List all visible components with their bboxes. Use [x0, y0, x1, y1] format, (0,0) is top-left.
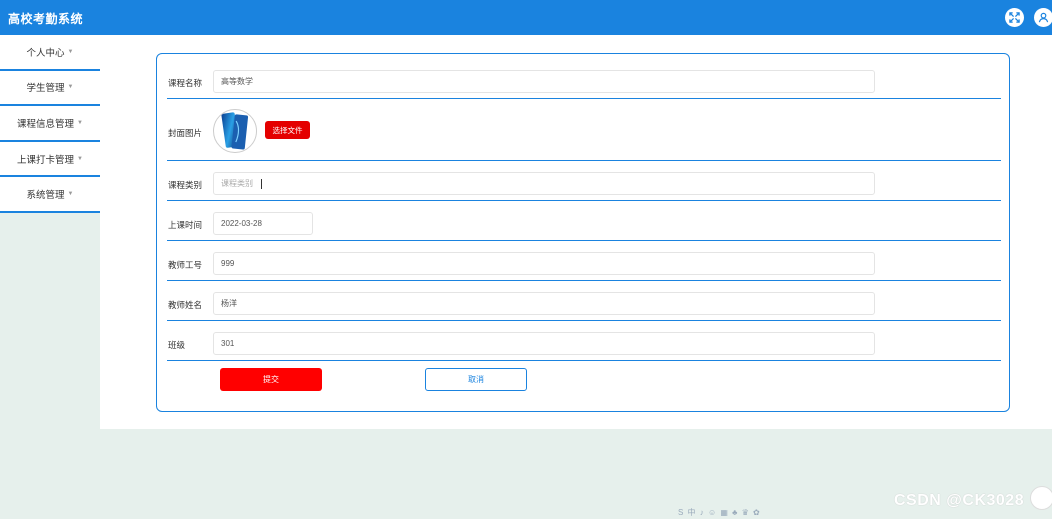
choose-file-button[interactable]: 选择文件 — [265, 121, 310, 139]
class-no-input[interactable]: 301 — [213, 332, 875, 355]
teacher-id-input[interactable]: 999 — [213, 252, 875, 275]
sidebar-item-course-management[interactable]: 课程信息管理 ▼ — [0, 106, 100, 142]
class-no-label: 班级 — [168, 340, 186, 350]
teacher-name-value: 杨洋 — [221, 299, 237, 308]
submit-button[interactable]: 提交 — [220, 368, 322, 391]
course-name-label: 课程名称 — [168, 78, 203, 88]
course-form: 课程名称 高等数学 封面图片 选择文件 课程类别 课程类别 上课时间 2022-… — [156, 53, 1010, 412]
cover-label: 封面图片 — [168, 128, 203, 138]
user-icon[interactable] — [1034, 8, 1052, 27]
app-title: 高校考勤系统 — [8, 12, 84, 26]
text-cursor-icon — [261, 178, 262, 189]
sidebar-item-label: 课程信息管理 — [17, 118, 75, 130]
caret-down-icon: ▼ — [67, 48, 74, 55]
form-row-class-time: 上课时间 2022-03-28 — [167, 201, 1001, 241]
form-row-teacher-id: 教师工号 999 — [167, 241, 1001, 281]
sidebar-item-student-management[interactable]: 学生管理 ▼ — [0, 71, 100, 107]
ime-toolbar: S 中 ♪ ☺ ▦ ♣ ♛ ✿ — [678, 508, 761, 517]
form-row-teacher-name: 教师姓名 杨洋 — [167, 281, 1001, 321]
class-time-input[interactable]: 2022-03-28 — [213, 212, 313, 235]
course-type-placeholder: 课程类别 — [221, 179, 253, 188]
sidebar-item-personal-center[interactable]: 个人中心 ▼ — [0, 35, 100, 71]
caret-down-icon: ▼ — [67, 191, 74, 198]
caret-down-icon: ▼ — [67, 84, 74, 91]
sidebar-item-label: 个人中心 — [26, 47, 65, 59]
teacher-id-value: 999 — [221, 259, 235, 268]
watermark: CSDN @CK3028 — [894, 492, 1025, 509]
sidebar-item-label: 系统管理 — [26, 190, 65, 202]
form-row-cover: 封面图片 选择文件 — [167, 99, 1001, 161]
form-row-course-type: 课程类别 课程类别 — [167, 161, 1001, 201]
teacher-id-label: 教师工号 — [168, 260, 203, 270]
course-name-value: 高等数学 — [221, 77, 253, 86]
form-row-class-no: 班级 301 — [167, 321, 1001, 361]
floating-button[interactable] — [1030, 486, 1052, 510]
form-row-course-name: 课程名称 高等数学 — [167, 54, 1001, 99]
expand-icon[interactable] — [1005, 8, 1024, 27]
course-type-input[interactable]: 课程类别 — [213, 172, 875, 195]
sidebar-item-system-management[interactable]: 系统管理 ▼ — [0, 177, 100, 213]
course-name-input[interactable]: 高等数学 — [213, 70, 875, 93]
teacher-name-input[interactable]: 杨洋 — [213, 292, 875, 315]
sidebar-item-checkin-management[interactable]: 上课打卡管理 ▼ — [0, 142, 100, 178]
class-time-value: 2022-03-28 — [221, 219, 262, 228]
class-time-label: 上课时间 — [168, 220, 203, 230]
teacher-name-label: 教师姓名 — [168, 300, 203, 310]
cancel-button[interactable]: 取消 — [425, 368, 527, 391]
course-type-label: 课程类别 — [168, 180, 203, 190]
sidebar-item-label: 上课打卡管理 — [17, 154, 75, 166]
sidebar: 个人中心 ▼ 学生管理 ▼ 课程信息管理 ▼ 上课打卡管理 ▼ 系统管理 ▼ — [0, 35, 100, 213]
caret-down-icon: ▼ — [77, 119, 83, 126]
sidebar-item-label: 学生管理 — [26, 83, 65, 95]
cover-image-preview — [213, 109, 257, 153]
class-no-value: 301 — [221, 339, 235, 348]
caret-down-icon: ▼ — [77, 155, 83, 162]
top-bar: 高校考勤系统 — [0, 0, 1052, 35]
